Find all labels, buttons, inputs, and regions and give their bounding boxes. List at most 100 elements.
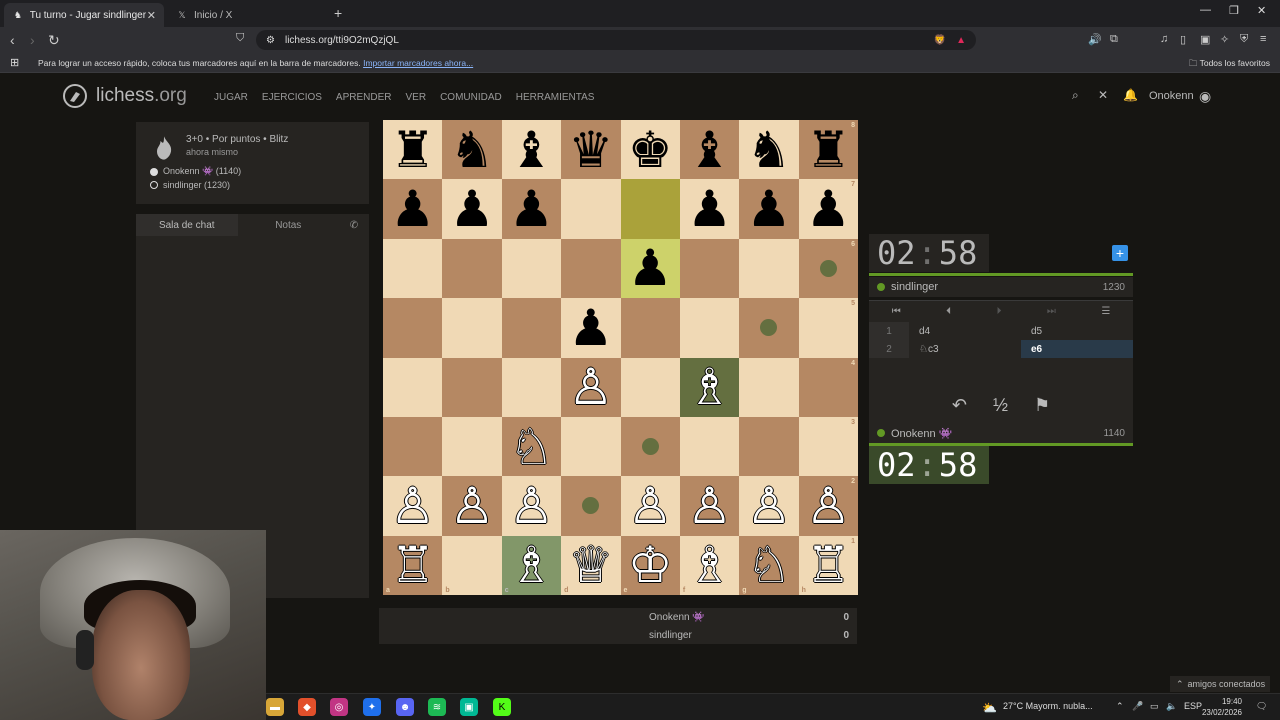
chess-piece[interactable]: ♞ <box>747 125 792 175</box>
reload-icon[interactable]: ↻ <box>48 32 60 49</box>
square-b6[interactable] <box>442 238 502 299</box>
chess-piece[interactable]: ♔ <box>628 540 673 590</box>
chess-piece[interactable]: ♟ <box>806 184 851 234</box>
square-a3[interactable] <box>383 416 443 477</box>
square-g6[interactable] <box>739 238 799 299</box>
media-icon[interactable]: ♫ <box>1160 33 1168 45</box>
site-info-icon[interactable]: ⚙ <box>266 35 275 46</box>
chess-piece[interactable]: ♙ <box>806 481 851 531</box>
chess-piece[interactable]: ♕ <box>568 540 613 590</box>
square-d1[interactable]: ♕ d <box>561 535 621 595</box>
phone-icon[interactable]: ✆ <box>339 214 369 236</box>
chess-piece[interactable]: ♚ <box>628 125 673 175</box>
nav-ver[interactable]: VER <box>406 92 427 103</box>
close-window-icon[interactable]: ✕ <box>1257 4 1266 17</box>
square-g4[interactable] <box>739 357 799 417</box>
file-explorer-icon[interactable]: ▬ <box>266 698 284 716</box>
network-icon[interactable]: ▭ <box>1150 701 1159 712</box>
chess-piece[interactable]: ♟ <box>450 184 495 234</box>
square-a1[interactable]: ♖ a <box>383 535 443 595</box>
close-tab-icon[interactable]: ✕ <box>147 9 156 22</box>
first-move-icon[interactable]: ⏮ <box>892 306 901 317</box>
square-g5[interactable] <box>739 298 799 358</box>
tab-notes[interactable]: Notas <box>238 214 340 236</box>
nav-jugar[interactable]: JUGAR <box>214 92 248 103</box>
restore-icon[interactable]: ❐ <box>1229 4 1239 17</box>
extensions-icon[interactable]: ⧉ <box>1110 33 1118 46</box>
new-tab-button[interactable]: + <box>334 5 342 21</box>
square-g3[interactable] <box>739 416 799 477</box>
takeback-button[interactable]: ↶ <box>952 395 967 417</box>
chevron-up-icon[interactable]: ⌃ <box>1116 701 1124 712</box>
chess-piece[interactable]: ♙ <box>509 481 554 531</box>
chess-piece[interactable]: ♙ <box>568 362 613 412</box>
square-e6[interactable]: ♟ <box>620 238 680 299</box>
chess-piece[interactable]: ♙ <box>747 481 792 531</box>
square-a8[interactable]: ♜ <box>383 120 443 180</box>
opponent-player-row[interactable]: sindlinger 1230 <box>869 277 1133 297</box>
square-a6[interactable] <box>383 238 443 299</box>
move-hint-dot[interactable] <box>819 259 837 277</box>
chess-piece[interactable]: ♙ <box>687 481 732 531</box>
move-black[interactable]: d5 <box>1021 322 1133 340</box>
chess-piece[interactable]: ♟ <box>747 184 792 234</box>
browser-tab-active[interactable]: ♞ Tu turno - Jugar sindlinger • l ✕ <box>4 3 164 27</box>
square-e8[interactable]: ♚ <box>620 120 680 180</box>
square-g2[interactable]: ♙ <box>739 476 799 536</box>
vpn-icon[interactable]: ⛨ <box>1240 33 1248 46</box>
kick-icon[interactable]: K <box>493 698 511 716</box>
square-d3[interactable] <box>561 416 621 477</box>
square-a5[interactable] <box>383 298 443 358</box>
mic-icon[interactable]: 🎤 <box>1132 701 1143 712</box>
square-c2[interactable]: ♙ <box>501 476 562 536</box>
move-hint-dot[interactable] <box>760 319 778 337</box>
square-e1[interactable]: ♔ e <box>620 535 680 595</box>
black-player-info[interactable]: sindlinger (1230) <box>150 180 355 190</box>
square-g8[interactable]: ♞ <box>739 120 799 180</box>
square-e4[interactable] <box>620 357 680 417</box>
square-f6[interactable] <box>679 238 740 299</box>
game-app-icon[interactable]: ▣ <box>460 698 478 716</box>
move-white[interactable]: d4 <box>909 322 1021 340</box>
square-h7[interactable]: ♟ 7 <box>798 179 858 239</box>
audio-icon[interactable]: 🔊 <box>1088 33 1102 46</box>
square-f7[interactable]: ♟ <box>679 179 740 239</box>
square-f1[interactable]: ♗ f <box>679 535 740 595</box>
bookmark-icon[interactable]: ⛉ <box>236 32 244 45</box>
square-d2[interactable] <box>561 476 621 536</box>
chess-piece[interactable]: ♙ <box>390 481 435 531</box>
square-c1[interactable]: ♗ c <box>501 535 562 595</box>
minimize-icon[interactable]: — <box>1200 4 1211 16</box>
username[interactable]: Onokenn <box>1149 90 1194 102</box>
instagram-icon[interactable]: ◎ <box>330 698 348 716</box>
next-move-icon[interactable]: ⏵ <box>997 306 1002 317</box>
chess-piece[interactable]: ♟ <box>390 184 435 234</box>
chess-piece[interactable]: ♘ <box>509 422 554 472</box>
square-h8[interactable]: ♜ 8 <box>798 120 858 180</box>
speaker-icon[interactable]: 🔈 <box>1166 701 1177 712</box>
square-h6[interactable]: 6 <box>798 238 858 299</box>
nav-herramientas[interactable]: HERRAMIENTAS <box>516 92 595 103</box>
address-bar[interactable]: ⚙ lichess.org/tti9O2mQzjQL 🦁 ▲ <box>256 30 976 50</box>
chess-piece[interactable]: ♟ <box>687 184 732 234</box>
taskbar-clock[interactable]: 19:40 23/02/2026 <box>1202 696 1242 718</box>
chess-piece[interactable]: ♙ <box>628 481 673 531</box>
notification-icon[interactable]: 🗨 <box>1256 701 1267 712</box>
nav-aprender[interactable]: APRENDER <box>336 92 392 103</box>
prev-move-icon[interactable]: ⏴ <box>946 306 951 317</box>
menu-icon[interactable]: ≡ <box>1260 33 1266 45</box>
square-d5[interactable]: ♟ <box>561 298 621 358</box>
lichess-logo[interactable]: lichess .org <box>62 83 187 109</box>
weather-text[interactable]: 27°C Mayorm. nubla... <box>1003 701 1093 711</box>
chess-piece[interactable]: ♟ <box>628 243 673 293</box>
square-b3[interactable] <box>442 416 502 477</box>
square-b8[interactable]: ♞ <box>442 120 502 180</box>
square-c5[interactable] <box>501 298 562 358</box>
square-c8[interactable]: ♝ <box>501 120 562 180</box>
search-icon[interactable]: ⌕ <box>1072 88 1079 103</box>
last-move-icon[interactable]: ⏭ <box>1047 306 1056 317</box>
chess-piece[interactable]: ♞ <box>450 125 495 175</box>
square-a2[interactable]: ♙ <box>383 476 443 536</box>
square-d6[interactable] <box>561 238 621 299</box>
chess-piece[interactable]: ♗ <box>687 362 732 412</box>
